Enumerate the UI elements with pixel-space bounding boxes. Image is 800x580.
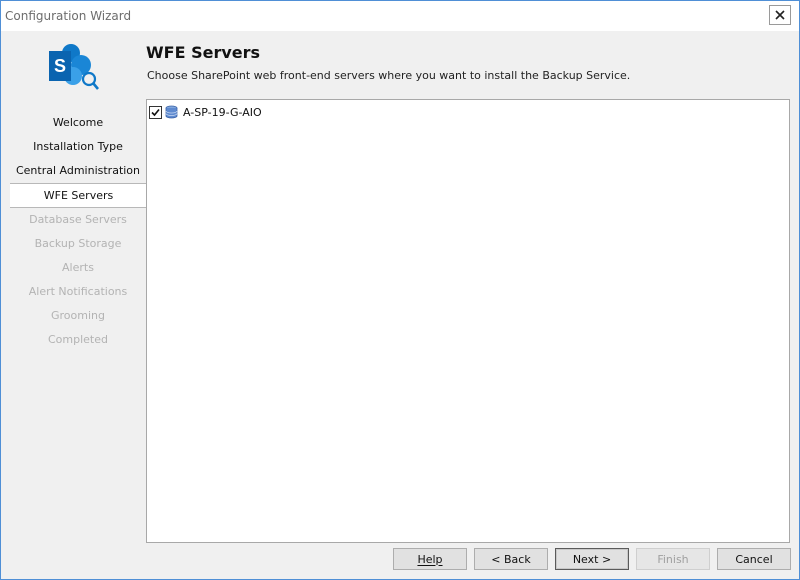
page-title: WFE Servers (146, 43, 261, 62)
cancel-button-label: Cancel (735, 552, 773, 566)
configuration-wizard-window: Configuration Wizard S Welcome Installat… (0, 0, 800, 580)
nav-step-completed: Completed (48, 333, 108, 346)
title-bar: Configuration Wizard (1, 1, 799, 31)
nav-step-alert-notifications: Alert Notifications (28, 285, 128, 298)
nav-step-central-administration[interactable]: Central Administration (10, 159, 146, 183)
nav-step-welcome[interactable]: Welcome (10, 111, 146, 135)
help-button[interactable]: Help (393, 548, 467, 570)
close-button[interactable] (769, 5, 791, 25)
nav-step-grooming: Grooming (51, 309, 105, 322)
list-item[interactable]: A-SP-19-G-AIO (149, 103, 262, 121)
finish-button-label: Finish (657, 552, 689, 566)
window-title: Configuration Wizard (5, 9, 132, 23)
logo-letter: S (54, 56, 66, 76)
nav-step-wfe-servers[interactable]: WFE Servers (10, 183, 147, 208)
wizard-steps-nav: Welcome Installation Type Central Admini… (10, 111, 147, 352)
nav-step-backup-storage: Backup Storage (34, 237, 122, 250)
server-name: A-SP-19-G-AIO (183, 105, 262, 119)
database-server-icon (165, 105, 178, 119)
back-button[interactable]: < Back (474, 548, 548, 570)
next-button-label: Next > (572, 552, 612, 566)
back-button-label: < Back (491, 552, 531, 566)
finish-button: Finish (636, 548, 710, 570)
server-list[interactable]: A-SP-19-G-AIO (146, 99, 790, 543)
sharepoint-logo-icon: S (49, 44, 99, 90)
nav-step-database-servers: Database Servers (29, 213, 127, 226)
nav-step-installation-type[interactable]: Installation Type (10, 135, 146, 159)
close-icon (775, 10, 785, 20)
checkmark-icon (151, 108, 160, 116)
cancel-button[interactable]: Cancel (717, 548, 791, 570)
server-checkbox[interactable] (149, 105, 162, 119)
nav-step-alerts: Alerts (62, 261, 94, 274)
help-button-label: Help (417, 552, 443, 566)
page-subtitle: Choose SharePoint web front-end servers … (147, 69, 631, 82)
next-button[interactable]: Next > (555, 548, 629, 570)
